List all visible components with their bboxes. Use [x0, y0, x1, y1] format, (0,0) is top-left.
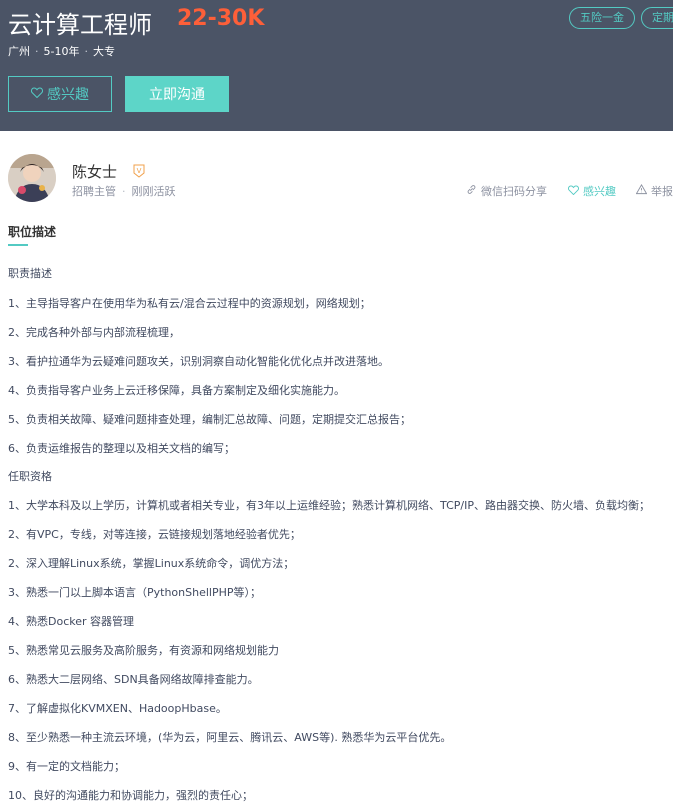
description-line: 7、了解虚拟化KVMXEN、HadoopHbase。 [8, 702, 227, 715]
interest-button[interactable]: 感兴趣 [8, 76, 112, 112]
job-meta: 广州 · 5-10年 · 大专 [8, 45, 115, 58]
description-line: 1、主导指导客户在使用华为私有云/混合云过程中的资源规划，网络规划； [8, 297, 371, 310]
recruiter-role: 招聘主管 · 刚刚活跃 [72, 185, 176, 198]
description-line: 任职资格 [8, 470, 52, 483]
share-action[interactable]: 微信扫码分享 [466, 183, 547, 199]
share-label: 微信扫码分享 [481, 185, 547, 198]
description-line: 5、负责相关故障、疑难问题排查处理，编制汇总故障、问题，定期提交汇总报告； [8, 413, 411, 426]
report-action[interactable]: 举报 [635, 183, 673, 199]
job-header: 云计算工程师 22-30K 广州 · 5-10年 · 大专 五险一金 定期 感兴趣 立即… [0, 0, 673, 131]
description-line: 10、良好的沟通能力和协调能力，强烈的责任心； [8, 789, 253, 802]
recruiter-name: 陈女士 [72, 163, 118, 181]
description-line: 2、有VPC，专线，对等连接，云链接规划落地经验者优先； [8, 528, 301, 541]
job-title: 云计算工程师 [8, 11, 152, 39]
description-line: 6、熟悉大二层网络、SDN具备网络故障排查能力。 [8, 673, 259, 686]
chat-button[interactable]: 立即沟通 [125, 76, 229, 112]
warning-icon [635, 184, 648, 198]
recruiter-activity: 刚刚活跃 [131, 185, 176, 198]
description-line: 2、完成各种外部与内部流程梳理， [8, 326, 180, 339]
interest-button-label: 感兴趣 [47, 87, 89, 103]
description-line: 职责描述 [8, 267, 52, 280]
description-line: 4、熟悉Docker 容器管理 [8, 615, 135, 628]
job-experience: 5-10年 [43, 45, 80, 58]
section-underline [8, 244, 28, 246]
recruiter-card: 陈女士 V 招聘主管 · 刚刚活跃 微信扫码分享 感兴趣 举报 [0, 131, 673, 211]
description-line: 1、大学本科及以上学历，计算机或者相关专业，有3年以上运维经验；熟悉计算机网络、… [8, 499, 650, 512]
interest-label: 感兴趣 [583, 185, 616, 198]
benefit-tag: 五险一金 [569, 7, 635, 29]
interest-action[interactable]: 感兴趣 [568, 183, 616, 199]
verified-icon: V [133, 163, 145, 178]
description-line: 4、负责指导客户业务上云迁移保障，具备方案制定及细化实施能力。 [8, 384, 345, 397]
salary: 22-30K [177, 6, 265, 31]
description-line: 9、有一定的文档能力； [8, 760, 125, 773]
job-location: 广州 [8, 45, 30, 58]
description-line: 5、熟悉常见云服务及高阶服务，有资源和网络规划能力 [8, 644, 279, 657]
svg-text:V: V [137, 167, 142, 175]
report-label: 举报 [651, 185, 673, 198]
benefit-tag: 定期 [641, 7, 673, 29]
description-line: 3、看护拉通华为云疑难问题攻关，识别洞察自动化智能化优化点并改进落地。 [8, 355, 389, 368]
description-line: 2、深入理解Linux系统，掌握Linux系统命令，调优方法； [8, 557, 295, 570]
job-education: 大专 [92, 45, 115, 58]
link-icon [466, 184, 477, 198]
heart-icon [30, 86, 44, 102]
avatar[interactable] [8, 154, 56, 202]
description-line: 3、熟悉一门以上脚本语言（PythonShellPHP等）； [8, 586, 261, 599]
description-line: 8、至少熟悉一种主流云环境，(华为云，阿里云、腾讯云、AWS等). 熟悉华为云平… [8, 731, 452, 744]
heart-icon [568, 184, 579, 198]
description-line: 6、负责运维报告的整理以及相关文档的编写； [8, 442, 235, 455]
section-title: 职位描述 [8, 225, 57, 239]
